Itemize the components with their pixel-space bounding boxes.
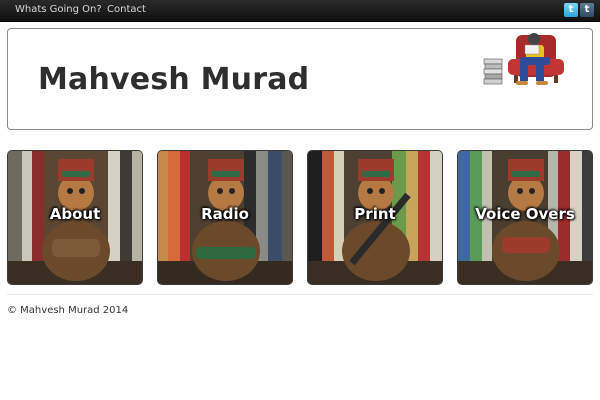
tile-label-radio[interactable]: Radio xyxy=(158,205,292,223)
tile-label-voice-overs[interactable]: Voice Overs xyxy=(458,205,592,223)
tumblr-icon[interactable]: t xyxy=(580,3,594,17)
nav-item-contact[interactable]: Contact xyxy=(107,4,146,15)
tile-print[interactable]: Print xyxy=(307,150,443,285)
tile-about[interactable]: About xyxy=(7,150,143,285)
site-title[interactable]: Mahvesh Murad xyxy=(38,62,309,97)
nav-item-whats-going-on[interactable]: Whats Going On? xyxy=(15,4,102,15)
reading-figure-illustration xyxy=(483,33,564,85)
top-nav-bar: Whats Going On? Contact t t xyxy=(0,0,600,22)
footer-divider xyxy=(7,294,593,295)
tile-radio[interactable]: Radio xyxy=(157,150,293,285)
tile-voice-overs[interactable]: Voice Overs xyxy=(457,150,593,285)
site-header: Mahvesh Murad xyxy=(7,28,593,130)
footer-copyright: © Mahvesh Murad 2014 xyxy=(7,305,129,316)
tile-label-print[interactable]: Print xyxy=(308,205,442,223)
tile-label-about[interactable]: About xyxy=(8,205,142,223)
twitter-icon[interactable]: t xyxy=(564,3,578,17)
